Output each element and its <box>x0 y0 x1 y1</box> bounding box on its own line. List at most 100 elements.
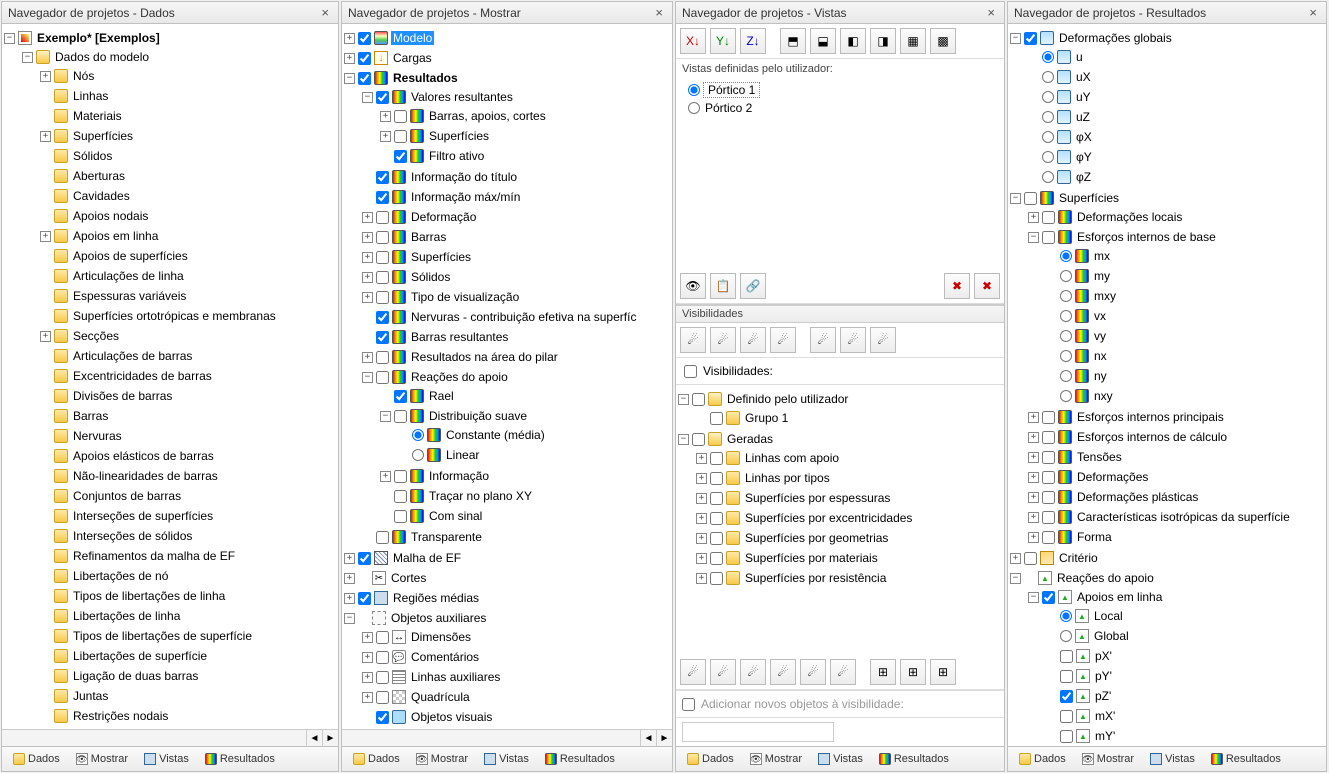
add-visibility-input[interactable] <box>682 722 834 742</box>
vis-bottom-8[interactable]: ⊞ <box>900 659 926 685</box>
close-icon[interactable]: × <box>1306 5 1320 20</box>
vis-bottom-7[interactable]: ⊞ <box>870 659 896 685</box>
geradas-subitem[interactable]: +Superfícies por espessuras <box>696 489 1002 507</box>
tab-vistas[interactable]: Vistas <box>1143 750 1202 768</box>
dados-item[interactable]: Libertações de superfície <box>40 647 336 665</box>
vis-btn-7[interactable]: ☄ <box>870 327 896 353</box>
vis-btn-3[interactable]: ☄ <box>740 327 766 353</box>
tab-resultados[interactable]: Resultados <box>198 750 282 768</box>
axis-y-button[interactable]: Y↓ <box>710 28 736 54</box>
view-btn-5[interactable]: ▦ <box>900 28 926 54</box>
tab-mostrar[interactable]: Mostrar <box>409 750 475 768</box>
dados-item[interactable]: Articulações de linha <box>40 267 336 285</box>
dados-item[interactable]: Articulações de barras <box>40 347 336 365</box>
dados-item[interactable]: Aberturas <box>40 167 336 185</box>
tab-dados[interactable]: Dados <box>1012 750 1073 768</box>
valores-item[interactable]: −Valores resultantes <box>362 88 670 106</box>
dados-item[interactable]: Apoios nodais <box>40 207 336 225</box>
dados-item[interactable]: Tipos de libertações de superfície <box>40 627 336 645</box>
view-btn-1[interactable]: ⬒ <box>780 28 806 54</box>
dados-item[interactable]: Linhas <box>40 87 336 105</box>
dados-item[interactable]: +Nós <box>40 67 336 85</box>
geradas-subitem[interactable]: +Linhas por tipos <box>696 469 1002 487</box>
close-icon[interactable]: × <box>318 5 332 20</box>
geradas-item[interactable]: −Geradas <box>678 430 1002 448</box>
view-btn-2[interactable]: ⬓ <box>810 28 836 54</box>
vis-bottom-3[interactable]: ☄ <box>740 659 766 685</box>
tab-mostrar[interactable]: Mostrar <box>69 750 135 768</box>
dados-item[interactable]: Não-linearidades de barras <box>40 467 336 485</box>
visibilidades-checkbox[interactable] <box>684 365 697 378</box>
tab-resultados[interactable]: Resultados <box>1204 750 1288 768</box>
geradas-subitem[interactable]: +Linhas com apoio <box>696 449 1002 467</box>
dados-item[interactable]: Refinamentos da malha de EF <box>40 547 336 565</box>
dados-item[interactable]: Ligação de duas barras <box>40 667 336 685</box>
vis-bottom-1[interactable]: ☄ <box>680 659 706 685</box>
geradas-subitem[interactable]: +Superfícies por resistência <box>696 569 1002 587</box>
vis-btn-2[interactable]: ☄ <box>710 327 736 353</box>
dados-item[interactable]: Sólidos <box>40 147 336 165</box>
vis-tool-2[interactable]: 📋 <box>710 273 736 299</box>
dados-modelo-item[interactable]: −Dados do modelo <box>22 48 336 66</box>
vis-bottom-5[interactable]: ☄ <box>800 659 826 685</box>
geradas-subitem[interactable]: +Superfícies por excentricidades <box>696 509 1002 527</box>
dados-item[interactable]: Barras <box>40 407 336 425</box>
dados-item[interactable]: +Secções <box>40 327 336 345</box>
tab-mostrar[interactable]: Mostrar <box>743 750 809 768</box>
tab-vistas[interactable]: Vistas <box>811 750 870 768</box>
portico2-item[interactable]: Pórtico 2 <box>688 99 992 117</box>
view-btn-4[interactable]: ◨ <box>870 28 896 54</box>
delete-button[interactable]: ✖ <box>944 273 970 299</box>
portico1-item[interactable]: Pórtico 1 <box>688 81 992 99</box>
dados-item[interactable]: Superfícies ortotrópicas e membranas <box>40 307 336 325</box>
dados-item[interactable]: +Superfícies <box>40 127 336 145</box>
vis-bottom-2[interactable]: ☄ <box>710 659 736 685</box>
dados-item[interactable]: Libertações de linha <box>40 607 336 625</box>
dados-item[interactable]: Espessuras variáveis <box>40 287 336 305</box>
vis-bottom-4[interactable]: ☄ <box>770 659 796 685</box>
close-icon[interactable]: × <box>984 5 998 20</box>
dados-item[interactable]: Nervuras <box>40 427 336 445</box>
dados-item[interactable]: Juntas <box>40 687 336 705</box>
vis-btn-4[interactable]: ☄ <box>770 327 796 353</box>
dados-item[interactable]: Interseções de superfícies <box>40 507 336 525</box>
resultados-item[interactable]: −Resultados <box>344 69 670 87</box>
view-btn-6[interactable]: ▩ <box>930 28 956 54</box>
dados-item[interactable]: Materiais <box>40 107 336 125</box>
dados-item[interactable]: Roldanas <box>40 727 336 729</box>
vis-tool-1[interactable]: 👁 <box>680 273 706 299</box>
dados-item[interactable]: Apoios elásticos de barras <box>40 447 336 465</box>
cargas-item[interactable]: +Cargas <box>344 49 670 67</box>
vis-bottom-6[interactable]: ☄ <box>830 659 856 685</box>
dados-item[interactable]: Interseções de sólidos <box>40 527 336 545</box>
dados-item[interactable]: Divisões de barras <box>40 387 336 405</box>
grupo1-item[interactable]: Grupo 1 <box>696 409 1002 427</box>
dados-item[interactable]: Cavidades <box>40 187 336 205</box>
vis-btn-1[interactable]: ☄ <box>680 327 706 353</box>
tab-resultados[interactable]: Resultados <box>538 750 622 768</box>
dados-item[interactable]: Libertações de nó <box>40 567 336 585</box>
geradas-subitem[interactable]: +Superfícies por geometrias <box>696 529 1002 547</box>
dados-item[interactable]: Restrições nodais <box>40 707 336 725</box>
close-icon[interactable]: × <box>652 5 666 20</box>
axis-z-button[interactable]: Z↓ <box>740 28 766 54</box>
tab-mostrar[interactable]: Mostrar <box>1075 750 1141 768</box>
tab-dados[interactable]: Dados <box>346 750 407 768</box>
modelo-item[interactable]: +Modelo <box>344 29 670 47</box>
add-visibility-checkbox[interactable] <box>682 698 695 711</box>
vis-btn-6[interactable]: ☄ <box>840 327 866 353</box>
def-user-item[interactable]: −Definido pelo utilizador <box>678 390 1002 408</box>
vis-tool-3[interactable]: 🔗 <box>740 273 766 299</box>
vis-bottom-9[interactable]: ⊞ <box>930 659 956 685</box>
tab-vistas[interactable]: Vistas <box>137 750 196 768</box>
tab-vistas[interactable]: Vistas <box>477 750 536 768</box>
root-item[interactable]: −Exemplo* [Exemplos] <box>4 29 336 47</box>
dados-item[interactable]: Apoios de superfícies <box>40 247 336 265</box>
geradas-subitem[interactable]: +Superfícies por materiais <box>696 549 1002 567</box>
dados-item[interactable]: Conjuntos de barras <box>40 487 336 505</box>
delete-all-button[interactable]: ✖ <box>974 273 1000 299</box>
view-btn-3[interactable]: ◧ <box>840 28 866 54</box>
dados-item[interactable]: Tipos de libertações de linha <box>40 587 336 605</box>
tab-resultados[interactable]: Resultados <box>872 750 956 768</box>
vis-btn-5[interactable]: ☄ <box>810 327 836 353</box>
